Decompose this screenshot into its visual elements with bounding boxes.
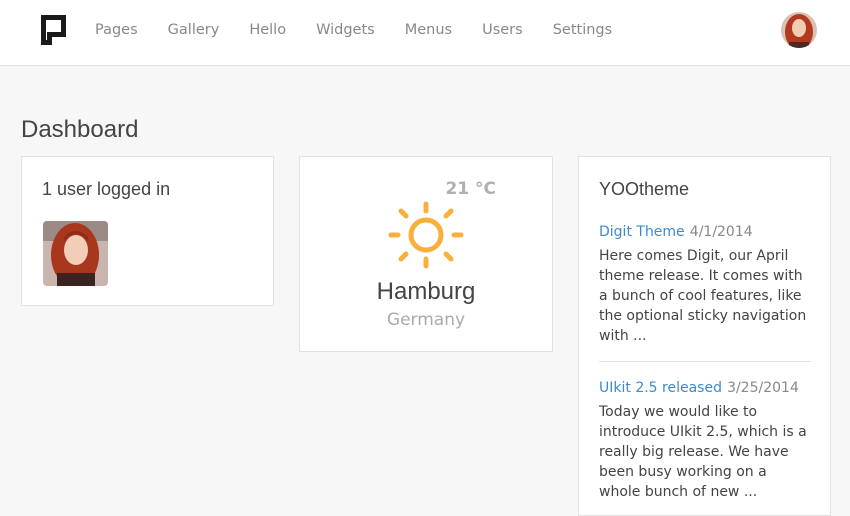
feed-item-title-link[interactable]: UIkit 2.5 released <box>599 380 722 396</box>
feed-item-title-link[interactable]: Digit Theme <box>599 224 685 240</box>
weather-country: Germany <box>386 310 466 330</box>
feed-widget-heading: YOOtheme <box>599 179 690 199</box>
page-title: Dashboard <box>21 116 139 143</box>
nav-item-widgets[interactable]: Widgets <box>301 0 390 60</box>
users-widget-heading: 1 user logged in <box>42 179 171 199</box>
nav-item-pages[interactable]: Pages <box>80 0 153 60</box>
avatar[interactable] <box>43 221 108 286</box>
nav-item-hello[interactable]: Hello <box>234 0 301 60</box>
feed-widget: YOOtheme Digit Theme 4/1/2014 Here comes… <box>578 156 831 516</box>
feed-item: UIkit 2.5 released 3/25/2014 Today we wo… <box>599 377 812 502</box>
weather-widget: 21 °C Hamburg Germany <box>299 156 553 352</box>
user-avatar-menu[interactable] <box>781 12 817 48</box>
temperature: 21 °C <box>445 179 496 199</box>
feed-divider <box>599 361 811 362</box>
nav-item-settings[interactable]: Settings <box>538 0 627 60</box>
feed-item-text: Today we would like to introduce UIkit 2… <box>599 404 807 500</box>
feed-item: Digit Theme 4/1/2014 Here comes Digit, o… <box>599 221 812 346</box>
sun-icon <box>388 201 464 269</box>
nav-item-users[interactable]: Users <box>467 0 538 60</box>
avatar-photo-icon <box>781 12 817 48</box>
nav-item-gallery[interactable]: Gallery <box>153 0 235 60</box>
logo-icon[interactable] <box>41 15 66 45</box>
top-navbar: Pages Gallery Hello Widgets Menus Users … <box>0 0 850 66</box>
main-nav: Pages Gallery Hello Widgets Menus Users … <box>80 0 627 60</box>
users-widget: 1 user logged in <box>21 156 274 306</box>
feed-item-date: 4/1/2014 <box>689 224 753 240</box>
feed-item-text: Here comes Digit, our April theme releas… <box>599 248 807 344</box>
feed-item-date: 3/25/2014 <box>727 380 799 396</box>
avatar-photo-icon <box>43 221 108 286</box>
nav-item-menus[interactable]: Menus <box>390 0 467 60</box>
weather-city: Hamburg <box>376 278 476 305</box>
